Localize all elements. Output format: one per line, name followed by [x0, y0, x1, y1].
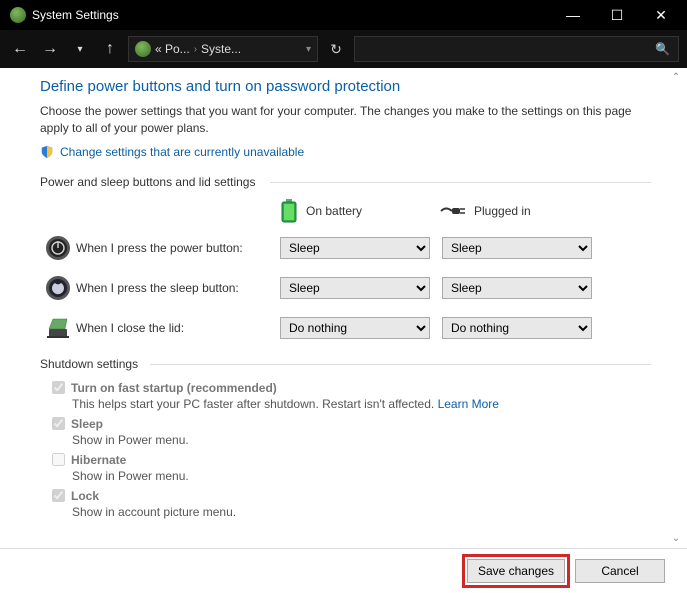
- recent-dropdown[interactable]: ▾: [68, 37, 92, 61]
- change-settings-link[interactable]: Change settings that are currently unava…: [60, 145, 304, 159]
- laptop-lid-icon: [45, 315, 71, 341]
- sleep-desc: Show in Power menu.: [72, 433, 651, 447]
- power-button-battery-select[interactable]: Sleep: [280, 237, 430, 259]
- col-battery-label: On battery: [306, 204, 362, 218]
- sleep-checkbox[interactable]: [52, 417, 65, 430]
- titlebar: System Settings — ☐ ✕: [0, 0, 687, 30]
- section-buttons-label: Power and sleep buttons and lid settings: [40, 175, 651, 189]
- chevron-icon: ›: [194, 44, 197, 55]
- learn-more-link[interactable]: Learn More: [438, 397, 499, 411]
- lid-row: When I close the lid: Do nothing Do noth…: [40, 315, 651, 341]
- lid-label: When I close the lid:: [76, 321, 280, 335]
- lock-desc: Show in account picture menu.: [72, 505, 651, 519]
- section-shutdown-label: Shutdown settings: [40, 357, 651, 371]
- lock-checkbox[interactable]: [52, 489, 65, 502]
- app-icon: [10, 7, 26, 23]
- power-button-row: When I press the power button: Sleep Sle…: [40, 235, 651, 261]
- up-button[interactable]: ↑: [98, 37, 122, 61]
- fast-startup-item: Turn on fast startup (recommended) This …: [52, 381, 651, 411]
- cancel-button[interactable]: Cancel: [575, 559, 665, 583]
- fast-startup-label: Turn on fast startup (recommended): [71, 381, 277, 395]
- fast-startup-checkbox[interactable]: [52, 381, 65, 394]
- hibernate-label: Hibernate: [71, 453, 126, 467]
- breadcrumb-item[interactable]: « Po...: [155, 42, 190, 56]
- power-button-plugged-select[interactable]: Sleep: [442, 237, 592, 259]
- hibernate-desc: Show in Power menu.: [72, 469, 651, 483]
- breadcrumb[interactable]: « Po... › Syste... ▾: [128, 36, 318, 62]
- sleep-button-row: When I press the sleep button: Sleep Sle…: [40, 275, 651, 301]
- battery-icon: [280, 199, 298, 223]
- page-title: Define power buttons and turn on passwor…: [40, 78, 651, 95]
- content-pane: Define power buttons and turn on passwor…: [0, 68, 687, 548]
- forward-button[interactable]: →: [38, 37, 62, 61]
- minimize-button[interactable]: —: [551, 0, 595, 30]
- search-icon: 🔍: [655, 42, 670, 56]
- fast-startup-desc: This helps start your PC faster after sh…: [72, 397, 651, 411]
- maximize-button[interactable]: ☐: [595, 0, 639, 30]
- window-title: System Settings: [32, 8, 551, 22]
- power-button-icon: [45, 235, 71, 261]
- lid-plugged-select[interactable]: Do nothing: [442, 317, 592, 339]
- lid-battery-select[interactable]: Do nothing: [280, 317, 430, 339]
- refresh-button[interactable]: ↻: [324, 41, 348, 58]
- close-button[interactable]: ✕: [639, 0, 683, 30]
- hibernate-item: Hibernate Show in Power menu.: [52, 453, 651, 483]
- power-button-label: When I press the power button:: [76, 241, 280, 255]
- location-icon: [135, 41, 151, 57]
- plug-icon: [440, 204, 466, 218]
- hibernate-checkbox[interactable]: [52, 453, 65, 466]
- lock-item: Lock Show in account picture menu.: [52, 489, 651, 519]
- sleep-label: Sleep: [71, 417, 103, 431]
- save-button[interactable]: Save changes: [467, 559, 565, 583]
- sleep-button-battery-select[interactable]: Sleep: [280, 277, 430, 299]
- chevron-down-icon[interactable]: ▾: [306, 44, 311, 55]
- column-headers: On battery Plugged in: [40, 199, 651, 223]
- sleep-button-label: When I press the sleep button:: [76, 281, 280, 295]
- sleep-item: Sleep Show in Power menu.: [52, 417, 651, 447]
- shield-icon: [40, 145, 54, 159]
- page-description: Choose the power settings that you want …: [40, 103, 651, 137]
- sleep-button-plugged-select[interactable]: Sleep: [442, 277, 592, 299]
- breadcrumb-item[interactable]: Syste...: [201, 42, 241, 56]
- back-button[interactable]: ←: [8, 37, 32, 61]
- search-input[interactable]: 🔍: [354, 36, 679, 62]
- sleep-button-icon: [45, 275, 71, 301]
- footer: Save changes Cancel: [0, 548, 687, 592]
- lock-label: Lock: [71, 489, 99, 503]
- col-plugged-label: Plugged in: [474, 204, 531, 218]
- navbar: ← → ▾ ↑ « Po... › Syste... ▾ ↻ 🔍: [0, 30, 687, 68]
